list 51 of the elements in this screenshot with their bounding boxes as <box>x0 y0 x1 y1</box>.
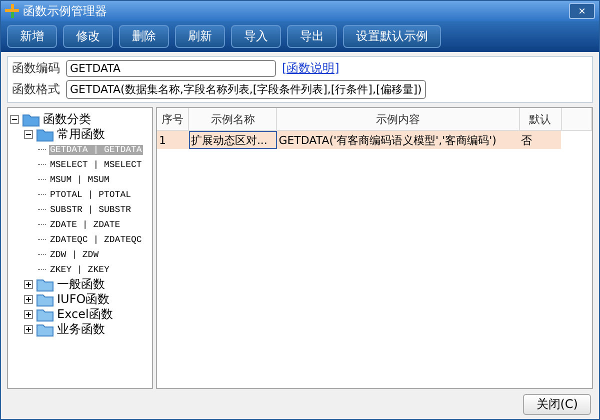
tree-folder[interactable]: 业务函数 <box>57 321 105 338</box>
expand-icon[interactable] <box>24 280 33 289</box>
toolbar-button[interactable]: 刷新 <box>175 25 225 48</box>
expand-icon[interactable] <box>24 295 33 304</box>
column-header[interactable]: 默认 <box>519 108 562 130</box>
tree-item[interactable]: ZDW | ZDW <box>49 250 100 260</box>
column-header[interactable]: 示例内容 <box>276 108 520 130</box>
table-cell: 扩展动态区对... <box>188 130 277 149</box>
field-label: 函数编码 <box>12 60 60 77</box>
table-cell: 1 <box>157 130 189 149</box>
tree-item[interactable]: PTOTAL | PTOTAL <box>49 190 132 200</box>
collapse-icon[interactable] <box>10 115 19 124</box>
tree-item[interactable]: MSELECT | MSELECT <box>49 160 143 170</box>
tree-item[interactable]: ZDATE | ZDATE <box>49 220 122 230</box>
toolbar-button[interactable]: 新增 <box>7 25 57 48</box>
tree-item[interactable]: SUBSTR | SUBSTR <box>49 204 132 214</box>
toolbar-button[interactable]: 导出 <box>287 25 337 48</box>
code-field[interactable]: GETDATA <box>66 60 276 77</box>
tree-folder[interactable]: 函数分类 <box>43 111 91 128</box>
table-cell: GETDATA('有客商编码语义模型','客商编码') <box>276 130 520 149</box>
field-label: 函数格式 <box>12 81 60 98</box>
folder-icon <box>36 128 54 142</box>
close-button[interactable]: × <box>569 3 595 19</box>
tree-folder[interactable]: Excel函数 <box>57 306 113 323</box>
folder-icon <box>22 112 40 126</box>
collapse-icon[interactable] <box>24 130 33 139</box>
expand-icon[interactable] <box>24 310 33 319</box>
tree-item[interactable]: MSUM | MSUM <box>49 174 110 184</box>
tree-item[interactable]: ZKEY | ZKEY <box>49 264 110 274</box>
tree-item[interactable]: ZDATEQC | ZDATEQC <box>49 234 143 244</box>
tree-folder[interactable]: 一般函数 <box>57 276 105 293</box>
expand-icon[interactable] <box>24 325 33 334</box>
column-header[interactable]: 序号 <box>157 108 189 130</box>
folder-icon <box>36 308 54 322</box>
app-logo-icon <box>5 4 19 18</box>
column-header[interactable]: 示例名称 <box>188 108 277 130</box>
toolbar-button[interactable]: 设置默认示例 <box>343 25 441 48</box>
folder-icon <box>36 292 54 306</box>
toolbar-button[interactable]: 修改 <box>63 25 113 48</box>
toolbar-button[interactable]: 导入 <box>231 25 281 48</box>
close-dialog-button[interactable]: 关闭(C) <box>523 394 591 414</box>
folder-icon <box>36 278 54 292</box>
window-title: 函数示例管理器 <box>23 2 108 20</box>
table-cell: 否 <box>519 130 562 149</box>
tree-folder[interactable]: IUFO函数 <box>57 291 110 308</box>
folder-icon <box>36 322 54 336</box>
table-row[interactable]: 1 扩展动态区对... GETDATA('有客商编码语义模型','客商编码') 否 <box>157 130 592 149</box>
format-field[interactable]: GETDATA(数据集名称,字段名称列表,[字段条件列表],[行条件],[偏移量]) <box>66 80 426 99</box>
tree-folder[interactable]: 常用函数 <box>57 126 105 143</box>
help-link[interactable]: [函数说明] <box>282 60 588 77</box>
toolbar-button[interactable]: 删除 <box>119 25 169 48</box>
